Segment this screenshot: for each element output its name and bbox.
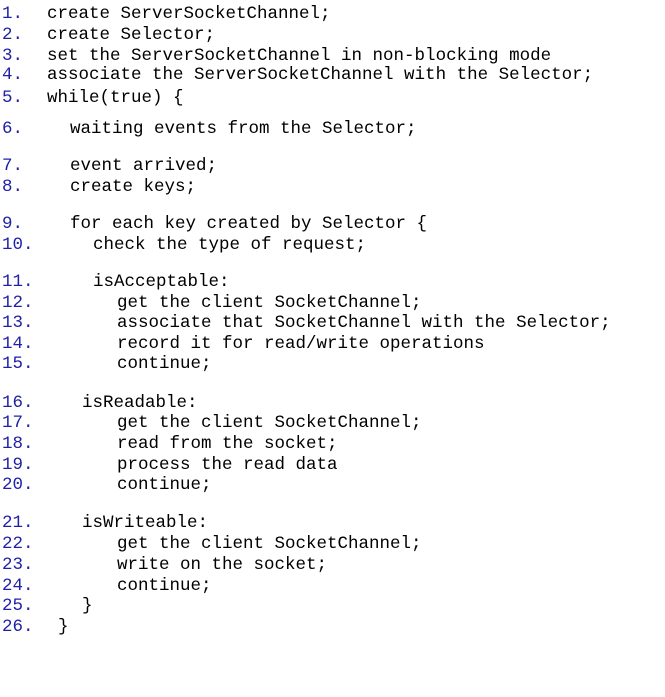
line-text: get the client SocketChannel; (117, 413, 422, 433)
line-number: 17. (2, 413, 34, 433)
line-text: } (82, 596, 93, 616)
line-number: 12. (2, 293, 34, 313)
code-line: 17. get the client SocketChannel; (0, 413, 422, 433)
code-line: 3. set the ServerSocketChannel in non-bl… (0, 46, 551, 66)
line-text: waiting events from the Selector; (70, 119, 417, 139)
line-text: isAcceptable: (93, 272, 230, 292)
line-number: 22. (2, 534, 34, 554)
line-number: 20. (2, 475, 34, 495)
line-text: get the client SocketChannel; (117, 534, 422, 554)
line-text: create ServerSocketChannel; (47, 4, 331, 24)
line-number: 10. (2, 235, 34, 255)
line-number: 5. (2, 88, 24, 108)
code-line: 16. isReadable: (0, 393, 198, 413)
line-number: 1. (2, 4, 24, 24)
line-number: 15. (2, 354, 34, 374)
code-line: 2. create Selector; (0, 25, 215, 45)
code-line: 4. associate the ServerSocketChannel wit… (0, 65, 593, 85)
code-line: 15. continue; (0, 354, 212, 374)
line-text: check the type of request; (93, 235, 367, 255)
code-line: 22. get the client SocketChannel; (0, 534, 422, 554)
line-text: associate the ServerSocketChannel with t… (47, 65, 594, 85)
line-text: associate that SocketChannel with the Se… (117, 313, 611, 333)
line-number: 25. (2, 596, 34, 616)
line-text: for each key created by Selector { (70, 214, 428, 234)
line-text: set the ServerSocketChannel in non-block… (47, 46, 552, 66)
line-text: while(true) { (47, 88, 184, 108)
line-text: event arrived; (70, 156, 218, 176)
code-line: 18. read from the socket; (0, 434, 338, 454)
line-number: 9. (2, 214, 24, 234)
code-line: 10. check the type of request; (0, 235, 366, 255)
code-line: 25. } (0, 596, 93, 616)
line-number: 8. (2, 177, 24, 197)
code-line: 11. isAcceptable: (0, 272, 230, 292)
code-line: 26. } (0, 617, 69, 637)
line-text: } (58, 617, 69, 637)
line-text: create Selector; (47, 25, 216, 45)
line-number: 21. (2, 513, 34, 533)
code-line: 19. process the read data (0, 455, 338, 475)
line-text: continue; (117, 354, 212, 374)
line-number: 3. (2, 46, 24, 66)
code-line: 20. continue; (0, 475, 212, 495)
line-number: 23. (2, 555, 34, 575)
line-number: 19. (2, 455, 34, 475)
code-line: 13. associate that SocketChannel with th… (0, 313, 611, 333)
line-text: isReadable: (82, 393, 198, 413)
line-number: 14. (2, 334, 34, 354)
line-number: 26. (2, 617, 34, 637)
line-text: get the client SocketChannel; (117, 293, 422, 313)
line-number: 6. (2, 119, 24, 139)
pseudocode-listing: 1. create ServerSocketChannel; 2. create… (0, 0, 665, 641)
code-line: 1. create ServerSocketChannel; (0, 4, 331, 24)
line-number: 11. (2, 272, 34, 292)
line-number: 13. (2, 313, 34, 333)
line-number: 7. (2, 156, 24, 176)
code-line: 6. waiting events from the Selector; (0, 119, 417, 139)
line-text: read from the socket; (117, 434, 338, 454)
code-line: 7. event arrived; (0, 156, 217, 176)
line-number: 18. (2, 434, 34, 454)
line-text: record it for read/write operations (117, 334, 485, 354)
line-number: 2. (2, 25, 24, 45)
line-number: 16. (2, 393, 34, 413)
code-line: 14. record it for read/write operations (0, 334, 485, 354)
code-line: 24. continue; (0, 576, 212, 596)
code-line: 9. for each key created by Selector { (0, 214, 427, 234)
code-line: 8. create keys; (0, 177, 196, 197)
line-text: continue; (117, 475, 212, 495)
code-line: 23. write on the socket; (0, 555, 327, 575)
line-text: create keys; (70, 177, 197, 197)
line-text: write on the socket; (117, 555, 328, 575)
line-number: 4. (2, 65, 24, 85)
line-number: 24. (2, 576, 34, 596)
line-text: continue; (117, 576, 212, 596)
code-line: 21. isWriteable: (0, 513, 208, 533)
code-line: 12. get the client SocketChannel; (0, 293, 422, 313)
line-text: process the read data (117, 455, 338, 475)
code-line: 5. while(true) { (0, 88, 184, 108)
line-text: isWriteable: (82, 513, 209, 533)
